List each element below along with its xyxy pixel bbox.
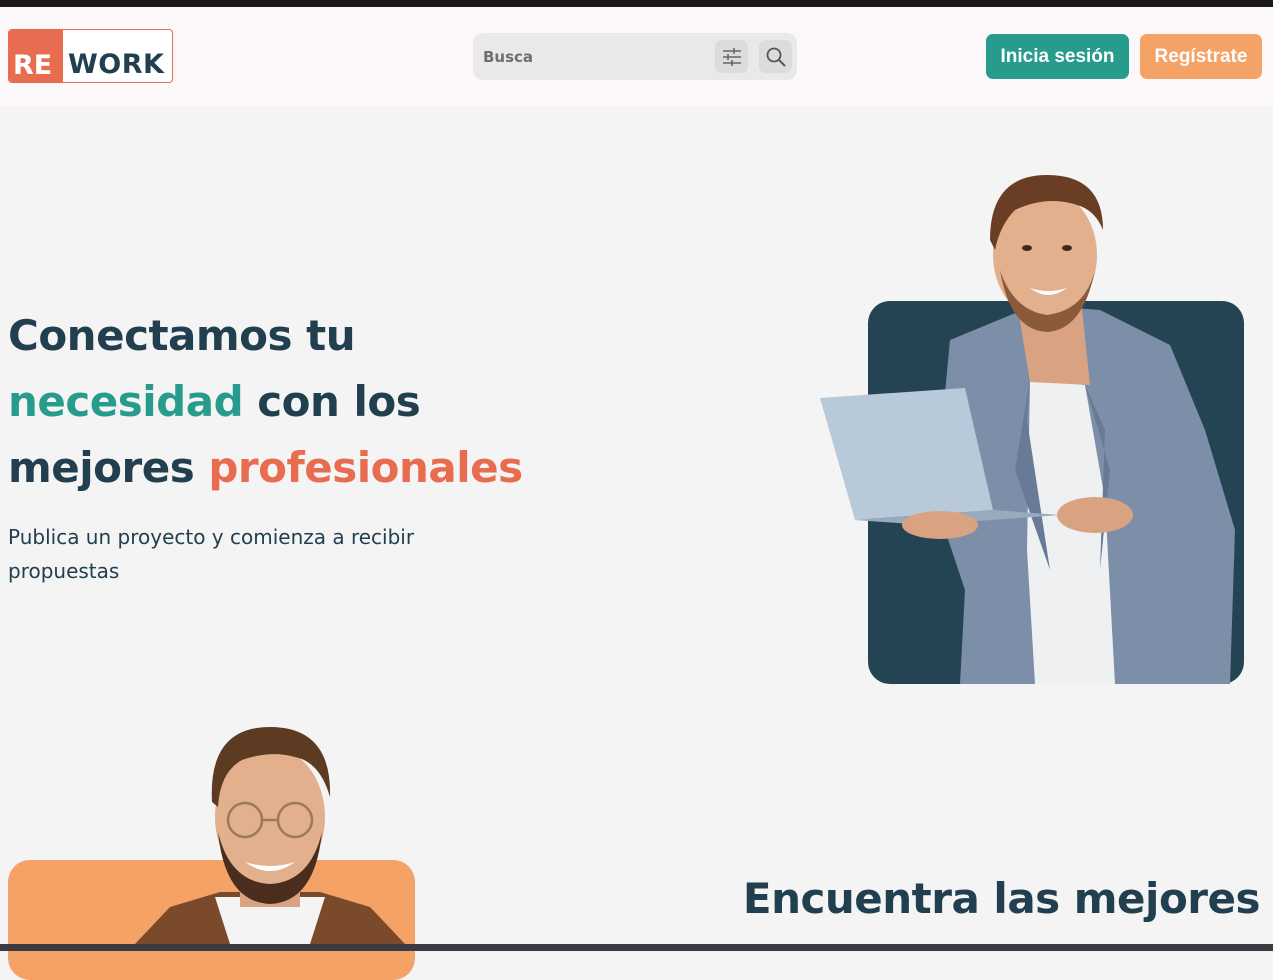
register-button[interactable]: Regístrate [1140, 34, 1262, 79]
logo[interactable]: RE WORK [8, 29, 173, 83]
hero-title-line1: Conectamos tu [8, 311, 356, 360]
logo-work: WORK [68, 49, 165, 80]
search-bar [473, 33, 797, 80]
header: RE WORK Inicia sesión Regístrate [0, 7, 1273, 106]
filter-button[interactable] [715, 40, 748, 73]
hero-title-line2: con los [243, 377, 421, 426]
man-with-laptop-photo [820, 175, 1235, 684]
hero-title-highlight-necesidad: necesidad [8, 377, 244, 426]
hero-subtitle: Publica un proyecto y comienza a recibir… [8, 525, 415, 583]
hero-title: Conectamos tu necesidad con los mejores … [8, 303, 568, 501]
hero-title-line3: mejores [8, 443, 209, 492]
search-input[interactable] [483, 45, 703, 69]
search-icon [766, 47, 786, 67]
search-button[interactable] [759, 40, 792, 73]
logo-re: RE [9, 30, 63, 82]
hero-title-highlight-profesionales: profesionales [208, 443, 523, 492]
login-button[interactable]: Inicia sesión [986, 34, 1129, 79]
smiling-man-with-glasses-photo [135, 727, 405, 944]
window-bottom-edge [0, 944, 1273, 951]
window-top-edge [0, 0, 1273, 7]
sliders-icon [722, 47, 741, 66]
section-title: Encuentra las mejores [742, 874, 1261, 923]
